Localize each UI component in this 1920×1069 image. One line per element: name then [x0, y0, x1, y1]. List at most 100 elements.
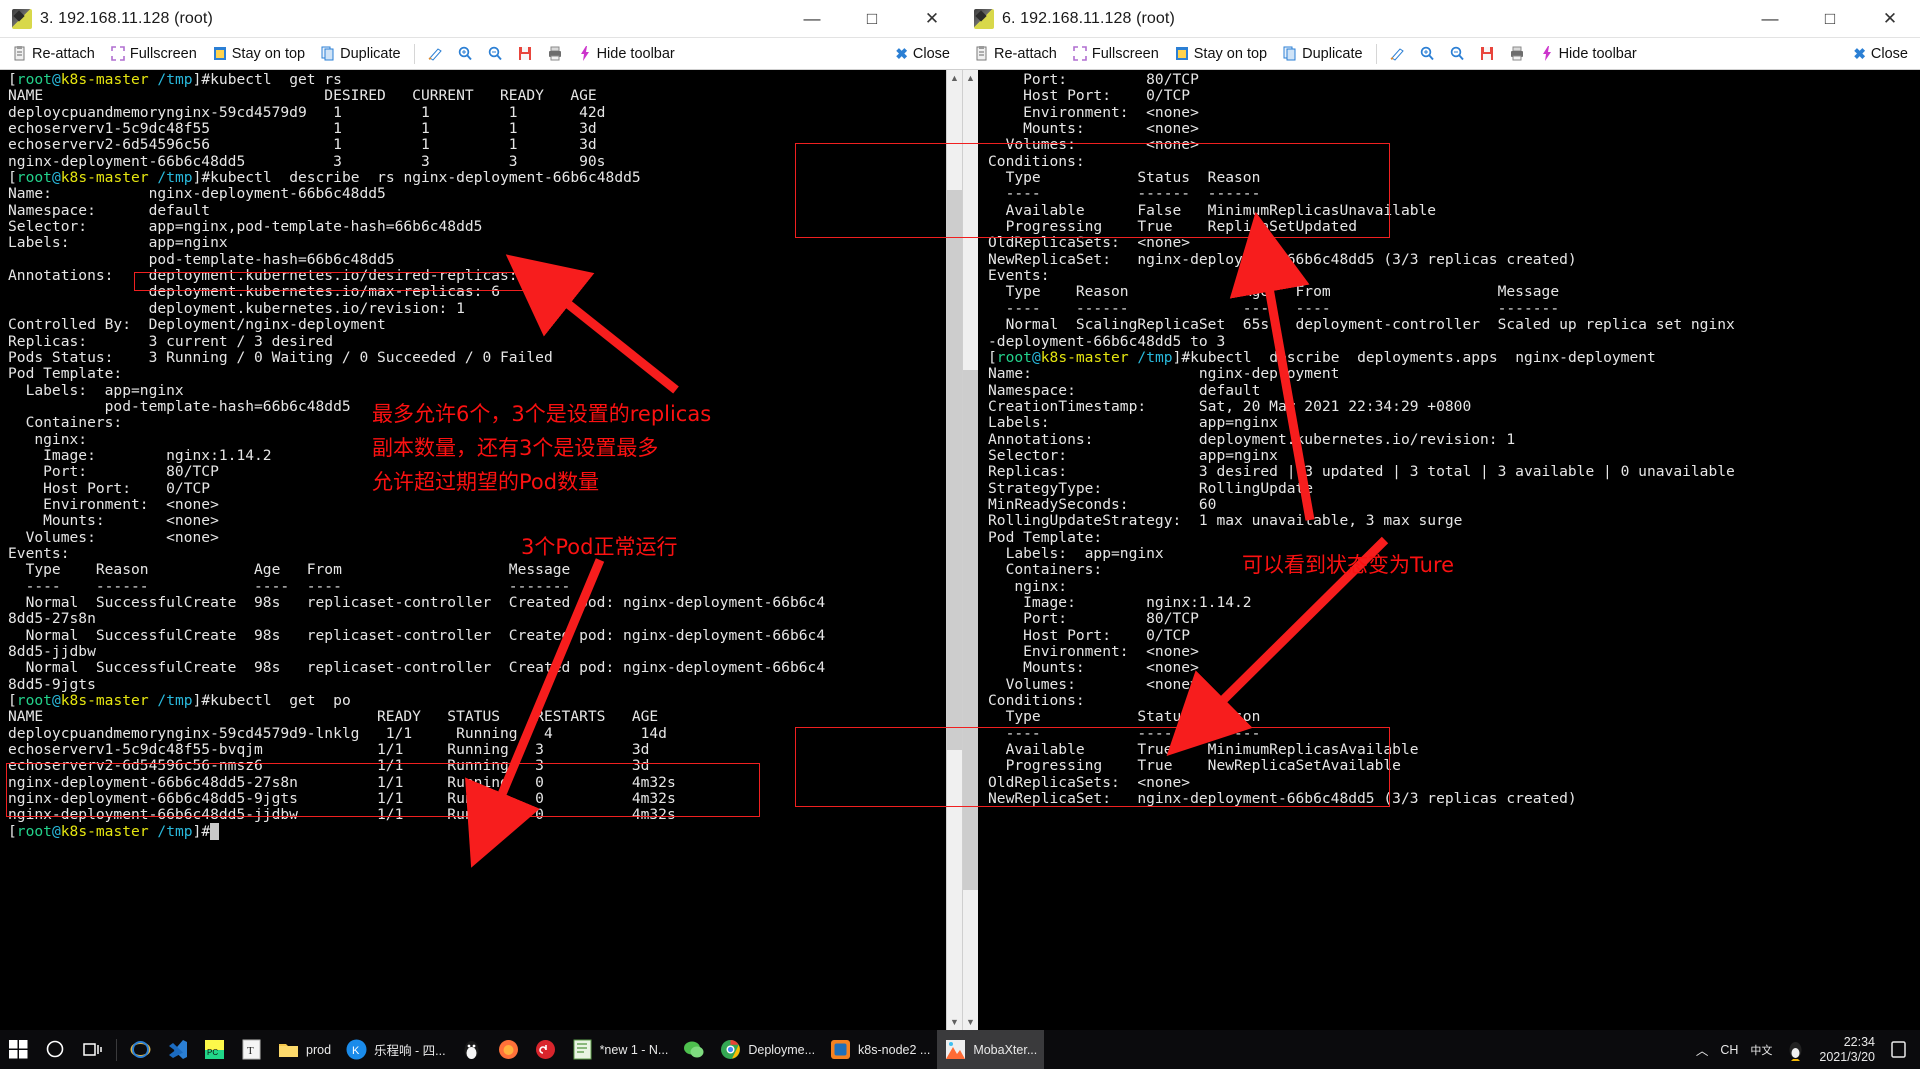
titlebar-left[interactable]: 3. 192.168.11.128 (root) — □ ✕ — [0, 0, 962, 38]
terminal-area-left[interactable]: [root@k8s-master /tmp]#kubectl get rs NAM… — [0, 70, 962, 1030]
toolbar-separator — [1375, 43, 1377, 64]
edit-button-right[interactable] — [1383, 44, 1411, 63]
scroll-up-arrow-icon[interactable]: ▲ — [947, 70, 962, 86]
taskbar-item-chrome[interactable]: Deployme... — [712, 1030, 822, 1069]
terminal-line: CreationTimestamp: Sat, 20 Mar 2021 22:3… — [988, 397, 1472, 415]
taskbar-item-prod[interactable]: prod — [270, 1030, 338, 1069]
search-circle-icon — [46, 1040, 64, 1058]
fullscreen-button-left[interactable]: Fullscreen — [104, 44, 204, 64]
duplicate-button-left[interactable]: Duplicate — [314, 44, 407, 64]
taskbar-item-wechat[interactable] — [675, 1030, 712, 1069]
terminal-line: Host Port: 0/TCP — [988, 626, 1191, 644]
pycharm-icon: PC — [205, 1040, 224, 1059]
duplicate-icon — [1283, 46, 1296, 61]
scrollbar-thumb[interactable] — [963, 370, 978, 890]
print-button-right[interactable] — [1503, 44, 1531, 63]
taskbar-item-xshell[interactable]: k8s-node2 ... — [822, 1030, 937, 1069]
typora-icon: T — [242, 1039, 261, 1060]
terminal-line: Progressing True ReplicaSetUpdated — [988, 218, 1358, 236]
zoom-in-button-left[interactable] — [451, 44, 479, 63]
taskbar-item-qq[interactable] — [453, 1030, 490, 1069]
hide-toolbar-button-right[interactable]: Hide toolbar — [1533, 44, 1644, 64]
taskbar-item-netease-music[interactable] — [527, 1030, 564, 1069]
terminal-output-right[interactable]: Port: 80/TCP Host Port: 0/TCP Environmen… — [978, 70, 1920, 1030]
terminal-line: Type Reason Age From Message — [8, 561, 571, 579]
terminal-line: 8dd5-jjdbw — [8, 643, 96, 661]
save-button-left[interactable] — [511, 44, 539, 63]
scroll-down-arrow-icon[interactable]: ▼ — [947, 1014, 962, 1030]
taskbar-item-pycharm[interactable]: PC — [196, 1030, 233, 1069]
terminal-line: StrategyType: RollingUpdate — [988, 479, 1314, 497]
task-view-button[interactable] — [74, 1030, 111, 1069]
scroll-down-arrow-icon[interactable]: ▼ — [963, 1014, 978, 1030]
minimize-button-left[interactable]: — — [782, 0, 842, 37]
close-session-button-left[interactable]: ✖ Close — [895, 45, 956, 63]
scroll-up-arrow-icon[interactable]: ▲ — [963, 70, 978, 86]
taskbar-item-kugou[interactable]: K 乐程响 - 四... — [338, 1030, 453, 1069]
search-button[interactable] — [37, 1030, 74, 1069]
zoom-in-button-right[interactable] — [1413, 44, 1441, 63]
maximize-button-right[interactable]: □ — [1800, 0, 1860, 37]
zoom-out-icon — [1450, 46, 1464, 61]
stayontop-button-right[interactable]: Stay on top — [1168, 44, 1274, 64]
print-button-left[interactable] — [541, 44, 569, 63]
start-button[interactable] — [0, 1030, 37, 1069]
terminal-line: Namespace: default — [988, 381, 1261, 399]
terminal-scrollbar-left[interactable]: ▲ ▼ — [946, 70, 962, 1030]
terminal-line: OldReplicaSets: <none> — [988, 773, 1191, 791]
ime-language-indicator[interactable]: CH — [1720, 1043, 1738, 1057]
annotation-note-2: 副本数量，还有3个是设置最多 — [372, 436, 659, 460]
terminal-area-right[interactable]: ▲ ▼ Port: 80/TCP Host Port: 0/TCP Enviro… — [962, 70, 1920, 1030]
terminal-line: NAME DESIRED CURRENT READY AGE — [8, 87, 597, 105]
print-icon — [548, 46, 561, 61]
show-hidden-icons-button[interactable]: ︿ — [1696, 1040, 1709, 1059]
tray-penguin-icon[interactable] — [1784, 1038, 1807, 1061]
terminal-line: Image: nginx:1.14.2 — [988, 594, 1252, 611]
fullscreen-button-right[interactable]: Fullscreen — [1066, 44, 1166, 64]
taskbar-item-firefox[interactable] — [490, 1030, 527, 1069]
terminal-line: Annotations: deployment.kubernetes.io/re… — [988, 430, 1516, 448]
fullscreen-label: Fullscreen — [1091, 45, 1159, 62]
reattach-button-left[interactable]: Re-attach — [6, 44, 102, 64]
system-tray[interactable]: ︿ CH 中文 22:34 2021/3/20 — [1696, 1035, 1920, 1065]
terminal-line: Pods Status: 3 Running / 0 Waiting / 0 S… — [8, 348, 553, 366]
clock[interactable]: 22:34 2021/3/20 — [1819, 1035, 1875, 1065]
taskbar-item-vscode[interactable] — [159, 1030, 196, 1069]
duplicate-button-right[interactable]: Duplicate — [1276, 44, 1369, 64]
taskbar[interactable]: PC T prod K 乐程响 - 四... *new 1 - N... Dep… — [0, 1030, 1920, 1069]
maximize-button-left[interactable]: □ — [842, 0, 902, 37]
terminal-window-right[interactable]: 6. 192.168.11.128 (root) — □ ✕ Re-attach… — [962, 0, 1920, 1030]
taskbar-item-label: prod — [306, 1042, 332, 1057]
taskbar-item-typora[interactable]: T — [233, 1030, 270, 1069]
taskbar-item-ie[interactable] — [122, 1030, 159, 1069]
save-button-right[interactable] — [1473, 44, 1501, 63]
terminal-output-left[interactable]: [root@k8s-master /tmp]#kubectl get rs NAM… — [0, 70, 946, 1030]
scrollbar-thumb[interactable] — [947, 190, 962, 750]
zoom-out-button-right[interactable] — [1443, 44, 1471, 63]
reattach-button-right[interactable]: Re-attach — [968, 44, 1064, 64]
annotation-note-4: 3个Pod正常运行 — [521, 535, 678, 559]
taskbar-item-mobaxterm[interactable]: MobaXter... — [937, 1030, 1045, 1069]
minimize-button-right[interactable]: — — [1740, 0, 1800, 37]
terminal-window-left[interactable]: 3. 192.168.11.128 (root) — □ ✕ Re-attach… — [0, 0, 962, 1030]
titlebar-right[interactable]: 6. 192.168.11.128 (root) — □ ✕ — [962, 0, 1920, 38]
terminal-line: Replicas: 3 desired | 3 updated | 3 tota… — [988, 463, 1735, 481]
terminal-scrollbar-right[interactable]: ▲ ▼ — [962, 70, 978, 1030]
hide-toolbar-button-left[interactable]: Hide toolbar — [571, 44, 682, 64]
zoom-out-button-left[interactable] — [481, 44, 509, 63]
notification-icon[interactable] — [1887, 1038, 1910, 1061]
toolbar-right[interactable]: Re-attach Fullscreen Stay on top Duplica… — [962, 38, 1920, 70]
edit-button-left[interactable] — [421, 44, 449, 63]
stayontop-button-left[interactable]: Stay on top — [206, 44, 312, 64]
taskbar-item-label: k8s-node2 ... — [858, 1042, 931, 1057]
terminal-line: Type Status Reason — [988, 708, 1261, 726]
close-button-left[interactable]: ✕ — [902, 0, 962, 37]
ime-mode-indicator[interactable]: 中文 — [1750, 1042, 1772, 1058]
xshell-icon — [831, 1040, 851, 1059]
toolbar-left[interactable]: Re-attach Fullscreen Stay on top Duplica… — [0, 38, 962, 70]
close-session-button-right[interactable]: ✖ Close — [1853, 45, 1914, 63]
annotation-note-1: 最多允许6个，3个是设置的replicas — [372, 402, 712, 426]
stay-on-top-icon — [213, 47, 226, 60]
taskbar-item-notepadpp[interactable]: *new 1 - N... — [564, 1030, 676, 1069]
close-button-right[interactable]: ✕ — [1860, 0, 1920, 37]
